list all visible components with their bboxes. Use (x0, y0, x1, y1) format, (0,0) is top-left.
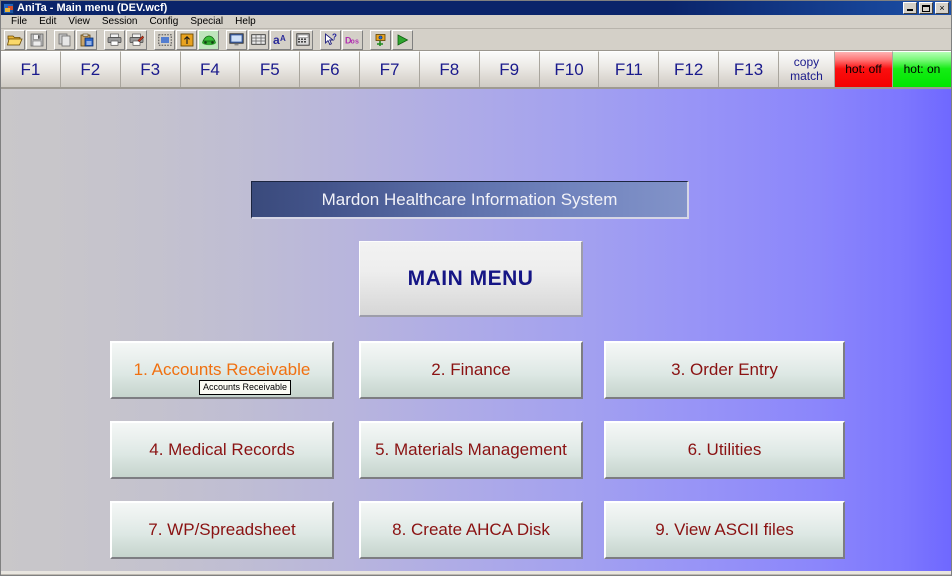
tooltip-accounts-receivable: Accounts Receivable (199, 380, 292, 395)
menu-button-utilities[interactable]: 6. Utilities (604, 421, 845, 479)
fkey-f8[interactable]: F8 (419, 51, 480, 87)
hot-on-button[interactable]: hot: on (892, 51, 951, 87)
connect-icon[interactable] (198, 29, 219, 50)
transfer-icon[interactable] (176, 29, 197, 50)
fkey-f9[interactable]: F9 (479, 51, 540, 87)
dos-window-icon[interactable]: D o s (342, 29, 363, 50)
menu-button-label: 9. View ASCII files (655, 520, 794, 539)
menu-item-edit[interactable]: Edit (33, 15, 62, 28)
menu-button-order-entry[interactable]: 3. Order Entry (604, 341, 845, 399)
help-pointer-icon[interactable]: ? (320, 29, 341, 50)
display-settings-icon[interactable] (226, 29, 247, 50)
svg-text:A: A (280, 34, 286, 43)
menu-bar: File Edit View Session Config Special He… (1, 15, 951, 29)
fkey-f6[interactable]: F6 (300, 51, 361, 87)
menu-button-label: 3. Order Entry (671, 360, 778, 379)
open-folder-icon[interactable] (4, 29, 25, 50)
svg-text:a: a (273, 33, 280, 46)
menu-item-help[interactable]: Help (229, 15, 262, 28)
menu-button-create-ahca-disk[interactable]: 8. Create AHCA Disk (359, 501, 583, 559)
menu-button-materials-management[interactable]: 5. Materials Management (359, 421, 583, 479)
paste-icon[interactable] (76, 29, 97, 50)
menu-item-view[interactable]: View (62, 15, 96, 28)
menu-button-label: 2. Finance (431, 360, 511, 379)
copy-icon[interactable] (54, 29, 75, 50)
anita-app-icon (3, 2, 14, 14)
copy-match-button[interactable]: copy match (778, 51, 835, 87)
fkey-f10[interactable]: F10 (539, 51, 600, 87)
menu-button-wp-spreadsheet[interactable]: 7. WP/Spreadsheet (110, 501, 334, 559)
window-title: AniTa - Main menu (DEV.wcf) (17, 2, 168, 14)
fkey-f2[interactable]: F2 (60, 51, 121, 87)
page-title: MAIN MENU (407, 266, 534, 290)
menu-button-medical-records[interactable]: 4. Medical Records (110, 421, 334, 479)
title-bar: AniTa - Main menu (DEV.wcf) × (1, 1, 951, 15)
run-icon[interactable] (392, 29, 413, 50)
fkey-f11[interactable]: F11 (599, 51, 660, 87)
fkey-f3[interactable]: F3 (120, 51, 181, 87)
svg-text:s: s (355, 38, 359, 45)
calculator-icon[interactable] (292, 29, 313, 50)
copy-match-line-1: copy (793, 54, 820, 69)
main-menu-panel: MAIN MENU (359, 241, 583, 317)
menu-item-session[interactable]: Session (96, 15, 144, 28)
fkey-f1[interactable]: F1 (1, 51, 61, 87)
font-icon[interactable]: a A (270, 29, 291, 50)
print-setup-icon[interactable] (126, 29, 147, 50)
minimize-button[interactable] (903, 2, 917, 14)
menu-button-label: 6. Utilities (687, 440, 762, 459)
window-controls: × (903, 2, 950, 14)
svg-text:?: ? (332, 33, 337, 42)
fkey-f4[interactable]: F4 (180, 51, 241, 87)
menu-button-label: 5. Materials Management (375, 440, 567, 459)
anita-terminal-window: AniTa - Main menu (DEV.wcf) × File Edit … (0, 0, 952, 576)
menu-button-view-ascii-files[interactable]: 9. View ASCII files (604, 501, 845, 559)
menu-item-special[interactable]: Special (184, 15, 229, 28)
fkey-f5[interactable]: F5 (240, 51, 301, 87)
menu-button-finance[interactable]: 2. Finance (359, 341, 583, 399)
banner-title: Mardon Healthcare Information System (321, 189, 618, 209)
fkey-f13[interactable]: F13 (719, 51, 779, 87)
menu-item-file[interactable]: File (5, 15, 33, 28)
save-disk-icon[interactable] (26, 29, 47, 50)
menu-button-label: 7. WP/Spreadsheet (148, 520, 296, 539)
application-banner: Mardon Healthcare Information System (251, 181, 689, 219)
hot-off-button[interactable]: hot: off (834, 51, 893, 87)
menu-button-label: 1. Accounts Receivable (133, 360, 311, 379)
close-button[interactable]: × (935, 2, 949, 14)
copy-match-line-2: match (790, 68, 823, 83)
keyboard-map-icon[interactable] (248, 29, 269, 50)
add-session-icon[interactable] (370, 29, 391, 50)
function-key-bar: F1 F2 F3 F4 F5 F6 F7 F8 F9 F10 F11 F12 F… (1, 51, 951, 89)
fkey-f7[interactable]: F7 (360, 51, 420, 87)
menu-button-label: 8. Create AHCA Disk (392, 520, 550, 539)
toolbar: a A ? D o s (1, 29, 951, 51)
print-icon[interactable] (104, 29, 125, 50)
restore-button[interactable] (919, 2, 933, 14)
fkey-f12[interactable]: F12 (659, 51, 720, 87)
menu-button-label: 4. Medical Records (149, 440, 295, 459)
terminal-screen: Mardon Healthcare Information System MAI… (1, 89, 951, 575)
menu-item-config[interactable]: Config (143, 15, 184, 28)
select-area-icon[interactable] (154, 29, 175, 50)
